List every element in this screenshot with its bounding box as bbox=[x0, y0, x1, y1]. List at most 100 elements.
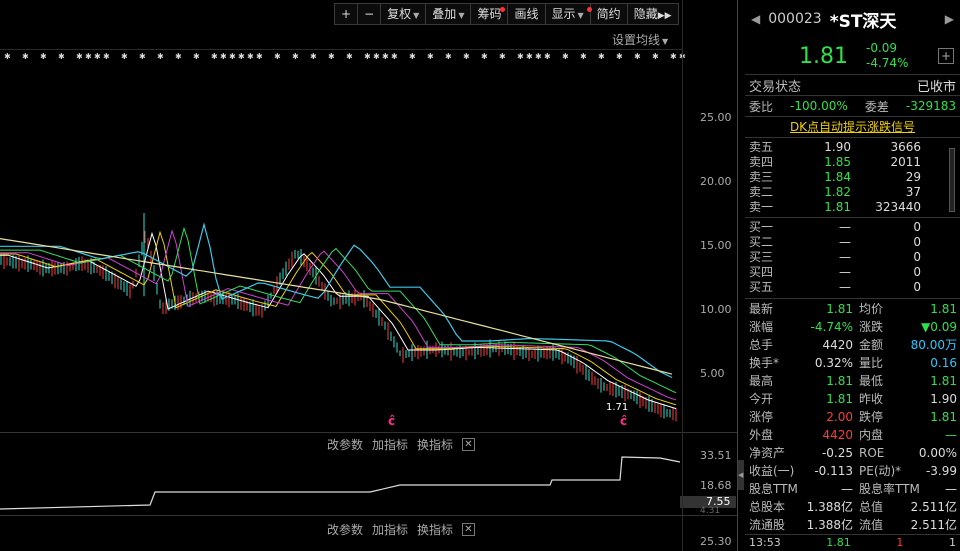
order-book-sell: 卖五 1.90 3666 卖四 1.85 2011 卖三 1.84 29 卖二 1.82 37 卖一 1.… bbox=[745, 138, 960, 215]
orderbook-buy-row[interactable]: 买三 — 0 bbox=[745, 250, 960, 265]
signal-star-icon: ✱ bbox=[85, 52, 92, 61]
weicha-label: 委差 bbox=[864, 99, 889, 114]
orderbook-sell-row[interactable]: 卖四 1.85 2011 bbox=[745, 155, 960, 170]
trade-status-value: 已收市 bbox=[916, 79, 956, 95]
tick-row: 13:53 1.81 1 1 bbox=[745, 535, 960, 549]
stat-label: 收益(一) bbox=[749, 464, 795, 478]
add-watchlist-button[interactable]: + bbox=[938, 48, 954, 64]
orderbook-level-name: 卖五 bbox=[749, 140, 774, 154]
signal-star-icon: ✱ bbox=[634, 52, 641, 61]
orderbook-level-name: 买四 bbox=[749, 265, 774, 279]
stat-label: 今开 bbox=[749, 392, 774, 406]
stat-value: 2.511亿 bbox=[910, 518, 957, 532]
signal-star-icon: ✱ bbox=[427, 52, 434, 61]
signal-star-icon: ✱ bbox=[103, 52, 110, 61]
orderbook-volume: 0 bbox=[913, 280, 921, 294]
signal-star-icon: ✱ bbox=[544, 52, 551, 61]
stat-label: PE(动)* bbox=[859, 464, 902, 478]
signal-star-icon: ✱ bbox=[481, 52, 488, 61]
orderbook-volume: 0 bbox=[913, 265, 921, 279]
orderbook-volume: 29 bbox=[905, 170, 921, 184]
collapse-panel-handle[interactable]: ◀ bbox=[738, 460, 744, 490]
orderbook-level-name: 买一 bbox=[749, 220, 774, 234]
orderbook-volume: 2011 bbox=[890, 155, 921, 169]
signal-star-icon: ✱ bbox=[391, 52, 398, 61]
gaicanshu-button[interactable]: 改参数 bbox=[327, 436, 363, 453]
tick-dir: 1 bbox=[948, 535, 956, 549]
signal-star-icon: ✱ bbox=[220, 52, 227, 61]
price-block: 1.81 -0.09 -4.74% + bbox=[745, 38, 960, 74]
fuquan-button[interactable]: 复权 ▼ bbox=[381, 4, 427, 24]
stat-label: 流通股 bbox=[749, 518, 786, 532]
stat-value: 1.81 bbox=[930, 374, 957, 388]
stat-label: 昨收 bbox=[859, 392, 884, 406]
divider bbox=[0, 432, 737, 433]
yincang-button[interactable]: 隐藏▶▶ bbox=[628, 4, 678, 24]
divider bbox=[0, 515, 737, 516]
stats-grid: 最新 1.81 均价 1.81 涨幅 -4.74% 涨跌 ▼0.09 总手 4420 金额 80.00… bbox=[745, 299, 960, 534]
stat-value: -3.99 bbox=[925, 464, 957, 478]
zoom-in-button[interactable]: + bbox=[335, 4, 359, 24]
orderbook-sell-row[interactable]: 卖一 1.81 323440 bbox=[745, 200, 960, 215]
gaicanshu-button[interactable]: 改参数 bbox=[327, 521, 363, 538]
chouma-button[interactable]: 筹码 bbox=[471, 4, 509, 24]
orderbook-sell-row[interactable]: 卖二 1.82 37 bbox=[745, 185, 960, 200]
zoom-out-button[interactable]: − bbox=[358, 4, 382, 24]
signal-star-icon: ✱ bbox=[22, 52, 29, 61]
stat-value: 2.511亿 bbox=[910, 500, 957, 514]
signal-star-icon: ✱ bbox=[292, 52, 299, 61]
orderbook-sell-row[interactable]: 卖五 1.90 3666 bbox=[745, 140, 960, 155]
jiazhibiao-button[interactable]: 加指标 bbox=[372, 521, 408, 538]
close-icon[interactable]: ✕ bbox=[462, 438, 475, 451]
next-stock-icon[interactable]: ▶ bbox=[945, 12, 954, 26]
signal-marker-icon[interactable]: ĉ bbox=[620, 414, 627, 428]
stock-name: *ST深天 bbox=[829, 11, 897, 32]
dk-signal-link[interactable]: DK点自动提示涨跌信号 bbox=[745, 117, 960, 137]
y-tick: 5.00 bbox=[700, 367, 725, 380]
stat-label: 总股本 bbox=[749, 500, 786, 514]
close-icon[interactable]: ✕ bbox=[462, 523, 475, 536]
orderbook-buy-row[interactable]: 买一 — 0 bbox=[745, 220, 960, 235]
weibi-row: 委比 -100.00% 委差 -329183 bbox=[745, 96, 960, 116]
weibi-value: -100.00% bbox=[790, 99, 848, 113]
signal-star-icon: ✱ bbox=[499, 52, 506, 61]
orderbook-level-name: 买二 bbox=[749, 235, 774, 249]
orderbook-buy-row[interactable]: 买二 — 0 bbox=[745, 235, 960, 250]
orderbook-buy-row[interactable]: 买四 — 0 bbox=[745, 265, 960, 280]
orderbook-level-name: 卖一 bbox=[749, 200, 774, 214]
kline-chart-area[interactable]: ✱ ✱ ✱ ✱ ✱ ✱ ✱ ✱ ✱ ✱ ✱ ✱ ✱ ✱ ✱ ✱ ✱ ✱ ✱ ✱ ✱ ✱ ✱ ✱ ✱ ✱ ✱ ✱ ✱ ✱ ✱ ✱ ✱ ✱ ✱ ✱ ✱ ✱ ✱ ✱… bbox=[0, 0, 737, 551]
signal-star-icon: ✱ bbox=[238, 52, 245, 61]
orderbook-sell-row[interactable]: 卖三 1.84 29 bbox=[745, 170, 960, 185]
set-ma-label: 设置均线 bbox=[612, 33, 661, 47]
sub-chart-2-bar: 改参数 加指标 换指标 ✕ bbox=[327, 521, 475, 538]
fuquan-label: 复权 bbox=[387, 7, 412, 21]
jianyue-button[interactable]: 简约 bbox=[591, 4, 628, 24]
orderbook-level-name: 卖三 bbox=[749, 170, 774, 184]
set-ma-button[interactable]: 设置均线 ▼ bbox=[612, 31, 668, 48]
current-price: 1.81 bbox=[799, 43, 848, 69]
price-change: -0.09 -4.74% bbox=[866, 41, 908, 71]
huaxian-button[interactable]: 画线 bbox=[508, 4, 546, 24]
signal-marker-icon[interactable]: ĉ bbox=[388, 414, 395, 428]
xianshi-button[interactable]: 显示 ▼ bbox=[546, 4, 592, 24]
huanzhibiao-button[interactable]: 换指标 bbox=[417, 436, 453, 453]
orderbook-buy-row[interactable]: 买五 — 0 bbox=[745, 280, 960, 295]
orderbook-volume: 0 bbox=[913, 220, 921, 234]
diejia-button[interactable]: 叠加 ▼ bbox=[426, 4, 472, 24]
orderbook-volume: 37 bbox=[905, 185, 921, 199]
signal-star-icon: ✱ bbox=[157, 52, 164, 61]
y-tick: 20.00 bbox=[700, 175, 732, 188]
stat-label: ROE bbox=[859, 446, 885, 460]
orderbook-volume: 0 bbox=[913, 235, 921, 249]
huanzhibiao-button[interactable]: 换指标 bbox=[417, 521, 453, 538]
kline-svg: ✱ ✱ ✱ ✱ ✱ ✱ ✱ ✱ ✱ ✱ ✱ ✱ ✱ ✱ ✱ ✱ ✱ ✱ ✱ ✱ ✱ ✱ ✱ ✱ ✱ ✱ ✱ ✱ ✱ ✱ ✱ ✱ ✱ ✱ ✱ ✱ ✱ ✱ ✱ ✱… bbox=[0, 52, 686, 510]
signal-star-icon: ✱ bbox=[535, 52, 542, 61]
moving-average-line bbox=[0, 231, 677, 410]
prev-stock-icon[interactable]: ◀ bbox=[751, 12, 760, 26]
jiazhibiao-button[interactable]: 加指标 bbox=[372, 436, 408, 453]
stat-label: 最新 bbox=[749, 302, 774, 316]
dk-signal-label: DK点自动提示涨跌信号 bbox=[789, 120, 916, 134]
orderbook-scrollbar[interactable] bbox=[949, 148, 955, 212]
signal-star-icon: ✱ bbox=[121, 52, 128, 61]
stat-value: 1.81 bbox=[930, 410, 957, 424]
